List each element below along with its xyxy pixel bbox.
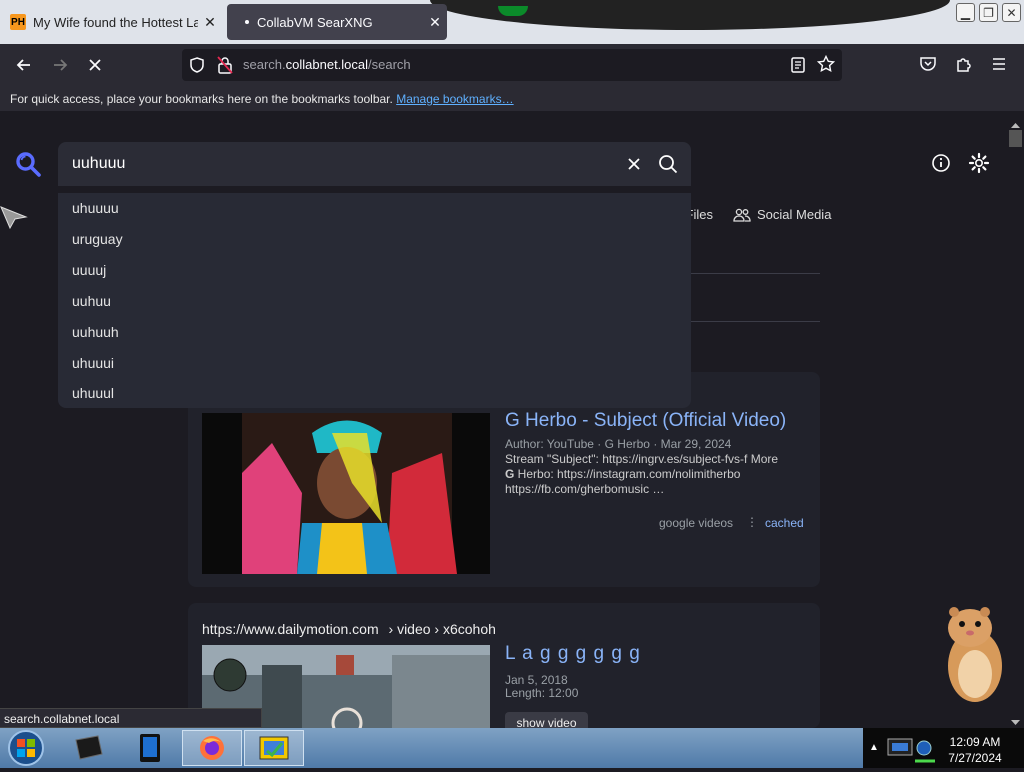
suggestion-item[interactable]: uuuuj (72, 262, 106, 278)
snippet-line: Stream "Subject": https://ingrv.es/subje… (505, 452, 779, 466)
suggestion-item[interactable]: uuhuuh (72, 324, 119, 340)
video-thumbnail[interactable] (202, 413, 490, 574)
maximize-button[interactable]: ❐ (979, 3, 998, 22)
result-snippet: Stream "Subject": https://ingrv.es/subje… (505, 452, 805, 497)
result-url[interactable]: https://www.dailymotion.com › video › x6… (202, 621, 496, 637)
autocomplete-dropdown (58, 193, 691, 408)
search-input[interactable]: uuhuuu (72, 155, 125, 173)
terminal-icon (75, 735, 103, 760)
tab-searxng[interactable]: CollabVM SearXNG ✕ (227, 4, 447, 40)
manage-bookmarks-link[interactable]: Manage bookmarks… (396, 92, 513, 106)
filter-label: Files (690, 207, 713, 222)
suggestion-item[interactable]: uhuuul (72, 385, 114, 401)
search-submit-icon[interactable] (658, 154, 678, 179)
filter-label: Social Media (757, 207, 832, 222)
minimize-button[interactable]: ▁ (956, 3, 975, 22)
close-icon[interactable]: ✕ (198, 14, 222, 31)
suggestion-item[interactable]: uhuuui (72, 355, 114, 371)
tab-pornhub[interactable]: PH My Wife found the Hottest Lati ✕ (0, 4, 222, 40)
cached-link[interactable]: cached (765, 516, 804, 530)
clock-date: 7/27/2024 (948, 751, 1002, 765)
tracking-shield-icon[interactable] (188, 56, 206, 79)
network-icon[interactable] (887, 734, 937, 769)
url-text[interactable]: search.collabnet.local/search (243, 57, 411, 72)
vertical-dots-icon: ⋮ (746, 515, 758, 529)
suggestion-item[interactable]: uhuuuu (72, 200, 119, 216)
result-engine: google videos (659, 516, 734, 530)
url-prefix: search. (243, 57, 286, 72)
forward-button[interactable] (47, 52, 73, 78)
app-icon (259, 736, 289, 760)
pocket-icon[interactable] (919, 55, 937, 78)
stop-button[interactable] (82, 52, 108, 78)
snippet-line: G Herbo: https://instagram.com/nolimithe… (505, 467, 805, 482)
bookmarks-hint: For quick access, place your bookmarks h… (10, 92, 514, 106)
filter-tab-files[interactable]: Files (690, 207, 713, 222)
extensions-puzzle-icon[interactable] (955, 55, 973, 78)
bookmark-star-icon[interactable] (816, 54, 836, 78)
result-url-path: › video › x6cohoh (388, 621, 496, 637)
scroll-down-arrow-icon[interactable] (1010, 714, 1021, 725)
close-icon[interactable]: ✕ (423, 14, 447, 31)
searxng-logo-icon[interactable] (15, 151, 41, 182)
result-meta: Author: YouTube · G Herbo · Mar 29, 2024 (505, 437, 732, 451)
url-path: /search (368, 57, 411, 72)
back-arrow-icon (16, 59, 30, 71)
result-date: Jan 5, 2018 (505, 673, 568, 687)
search-box[interactable] (58, 142, 691, 186)
close-window-button[interactable]: ✕ (1002, 3, 1021, 22)
scrollbar-thumb[interactable] (1009, 130, 1022, 147)
stop-x-icon (89, 59, 101, 71)
result-url-host: https://www.dailymotion.com (202, 621, 379, 637)
taskbar-terminal[interactable] (58, 730, 118, 766)
tray-expand-icon[interactable]: ▲ (869, 742, 879, 753)
firefox-icon (200, 736, 224, 760)
taskbar-firefox[interactable] (182, 730, 242, 766)
suggestion-item[interactable]: uruguay (72, 231, 123, 247)
snippet-line: https://fb.com/gherbomusic … (505, 482, 665, 496)
loading-dot-icon (245, 20, 249, 24)
system-clock[interactable]: 12:09 AM 7/27/2024 (940, 734, 1010, 766)
tab-title: CollabVM SearXNG (257, 14, 373, 30)
clear-search-icon[interactable] (626, 156, 642, 177)
tab-title: My Wife found the Hottest Lati (33, 14, 198, 30)
reader-view-icon[interactable] (790, 56, 806, 79)
link-status-bar: search.collabnet.local (0, 708, 262, 728)
result-title-link[interactable]: G Herbo - Subject (Official Video) (505, 410, 786, 432)
start-button[interactable] (5, 729, 47, 772)
info-icon[interactable] (931, 153, 951, 178)
people-icon (733, 208, 751, 222)
hamburger-menu-icon[interactable] (991, 56, 1007, 77)
insecure-lock-icon[interactable] (216, 55, 234, 80)
suggestion-item[interactable]: uuhuu (72, 293, 111, 309)
site-favicon-icon: PH (10, 14, 26, 30)
result-length: Length: 12:00 (505, 686, 579, 700)
mouse-cursor-icon (0, 204, 28, 235)
filter-tab-social-media[interactable]: Social Media (733, 207, 831, 222)
snippet-text: Herbo: https://instagram.com/nolimitherb… (514, 467, 741, 481)
tablet-icon (140, 734, 160, 762)
settings-gear-icon[interactable] (968, 152, 990, 179)
bookmarks-hint-text: For quick access, place your bookmarks h… (10, 92, 393, 106)
forward-arrow-icon (54, 59, 68, 71)
url-host: collabnet.local (285, 57, 369, 72)
taskbar-app[interactable] (244, 730, 304, 766)
scroll-up-arrow-icon[interactable] (1010, 116, 1021, 128)
hamster-mascot-icon (940, 604, 1010, 713)
taskbar-tablet-app[interactable] (120, 730, 180, 766)
snippet-highlight: G (505, 467, 515, 481)
back-button[interactable] (11, 52, 37, 78)
clock-time: 12:09 AM (949, 735, 1001, 749)
result-title-link[interactable]: L a g g g g g g (505, 643, 641, 665)
